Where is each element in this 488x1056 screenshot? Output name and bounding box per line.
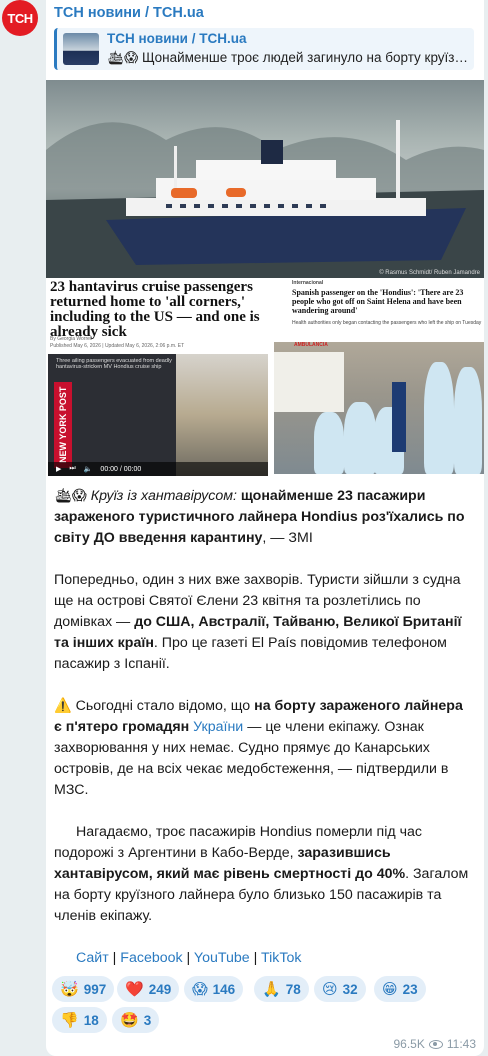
reaction-count: 32 — [342, 981, 358, 997]
message-time: 11:43 — [446, 1037, 476, 1051]
post-photo[interactable]: © Rasmus Schmidt/ Ruben Jamandre 23 hant… — [46, 80, 484, 476]
reaction-exploding-head[interactable]: 🤯 997 — [52, 976, 115, 1002]
eye-icon — [428, 1039, 443, 1049]
post-paragraph-2: Попередньо, один з них вже захворів. Тур… — [54, 570, 474, 675]
cry-icon: 😢 — [322, 981, 338, 998]
reply-text: 🛳😱 Щонайменше троє людей загинуло на бор… — [107, 50, 472, 65]
nypost-logo: NEW YORK POST — [54, 382, 72, 468]
p1-tail: , — ЗМІ — [262, 530, 313, 546]
heart-icon: ❤️ — [125, 981, 144, 998]
video-time: 00:00 / 00:00 — [100, 465, 142, 473]
officer — [392, 382, 406, 452]
reaction-count: 3 — [143, 1012, 152, 1028]
elpais-headline: Spanish passenger on the 'Hondius': 'The… — [292, 288, 464, 315]
channel-name[interactable]: ТСН новини / TCH.ua — [54, 5, 204, 21]
exploding-head-icon: 🤯 — [60, 981, 79, 998]
elpais-section-tag: Internacional — [292, 280, 324, 286]
post-paragraph-3: ⚠️ Сьогодні стало відомо, що на борту за… — [54, 696, 474, 801]
ukraine-link[interactable]: України — [193, 719, 243, 735]
tiktok-link[interactable]: TikTok — [261, 950, 301, 966]
video-scene — [176, 354, 268, 476]
reaction-thumbs-down[interactable]: 👎 18 — [52, 1007, 107, 1033]
volume-icon: 🔈 — [83, 466, 93, 473]
ambulance — [274, 352, 344, 412]
scream-icon: 😱 — [192, 981, 208, 998]
post-paragraph-4: Нагадаємо, троє пасажирів Hondius померл… — [54, 822, 474, 927]
pray-icon: 🙏 — [262, 981, 281, 998]
grin-icon: 😁 — [382, 981, 398, 998]
hazmat-worker — [454, 367, 482, 474]
nypost-byline: By Georgia Worrell — [50, 336, 93, 342]
photo-credit: © Rasmus Schmidt/ Ruben Jamandre — [379, 270, 480, 276]
video-player: Three ailing passengers evacuated from d… — [48, 354, 268, 476]
reaction-count: 997 — [83, 981, 107, 997]
nypost-dates: Published May 6, 2026 | Updated May 6, 2… — [50, 343, 185, 349]
warning-icon: ⚠️ — [54, 698, 72, 714]
youtube-link[interactable]: YouTube — [194, 950, 250, 966]
ship-illustration — [46, 120, 484, 278]
elpais-article-snippet: Internacional Spanish passenger on the '… — [274, 278, 484, 476]
reaction-count: 18 — [83, 1012, 99, 1028]
hazmat-worker — [314, 412, 344, 474]
post-paragraph-1: 🛳😱 Круїз із хантавірусом: щонайменше 23 … — [54, 486, 474, 549]
reaction-cry[interactable]: 😢 32 — [314, 976, 366, 1002]
facebook-link[interactable]: Facebook — [120, 950, 182, 966]
social-links: Сайт | Facebook | YouTube | TikTok — [76, 950, 302, 966]
elpais-subhead: Health authorities only began contacting… — [292, 320, 482, 326]
channel-avatar[interactable]: ТСН — [2, 0, 38, 36]
message-bubble: ТСН новини / TCH.ua ТСН новини / TCH.ua … — [46, 0, 484, 1056]
reaction-scream[interactable]: 😱 146 — [184, 976, 244, 1002]
reaction-star-struck[interactable]: 🤩 3 — [112, 1007, 160, 1033]
p1-italic-lead: Круїз із хантавірусом: — [90, 488, 237, 504]
hazmat-worker — [344, 402, 376, 474]
reaction-count: 23 — [402, 981, 418, 997]
reaction-pray[interactable]: 🙏 78 — [254, 976, 309, 1002]
video-controls: ▶ ⏭ 🔈 00:00 / 00:00 — [48, 462, 268, 476]
hazmat-workers-image: AMBULANCIA — [274, 342, 484, 474]
view-count: 96.5K — [393, 1037, 425, 1051]
reply-preview[interactable]: ТСН новини / TCH.ua 🛳😱 Щонайменше троє л… — [54, 28, 474, 70]
star-struck-icon: 🤩 — [120, 1012, 139, 1029]
reaction-heart[interactable]: ❤️ 249 — [117, 976, 180, 1002]
site-link[interactable]: Сайт — [76, 950, 109, 966]
cruise-ship-image: © Rasmus Schmidt/ Ruben Jamandre — [46, 80, 484, 278]
reaction-count: 146 — [212, 981, 236, 997]
nypost-headline: 23 hantavirus cruise passengers returned… — [50, 279, 260, 340]
hazmat-worker — [424, 362, 454, 474]
ship-scream-emoji: 🛳😱 — [54, 488, 87, 504]
reply-title: ТСН новини / TCH.ua — [107, 31, 247, 46]
video-caption: Three ailing passengers evacuated from d… — [56, 358, 172, 370]
play-icon: ▶ — [56, 466, 62, 473]
nypost-article-snippet: 23 hantavirus cruise passengers returned… — [46, 278, 268, 476]
ambulance-sign: AMBULANCIA — [294, 342, 328, 348]
p3-text-a: Сьогодні стало відомо, що — [71, 698, 255, 714]
reply-thumbnail — [63, 33, 99, 65]
message-meta: 96.5K 11:43 — [394, 1037, 477, 1051]
next-icon: ⏭ — [69, 465, 76, 472]
reaction-grin[interactable]: 😁 23 — [374, 976, 426, 1002]
thumbs-down-icon: 👎 — [60, 1012, 79, 1029]
reaction-count: 249 — [148, 981, 172, 997]
reaction-count: 78 — [285, 981, 301, 997]
